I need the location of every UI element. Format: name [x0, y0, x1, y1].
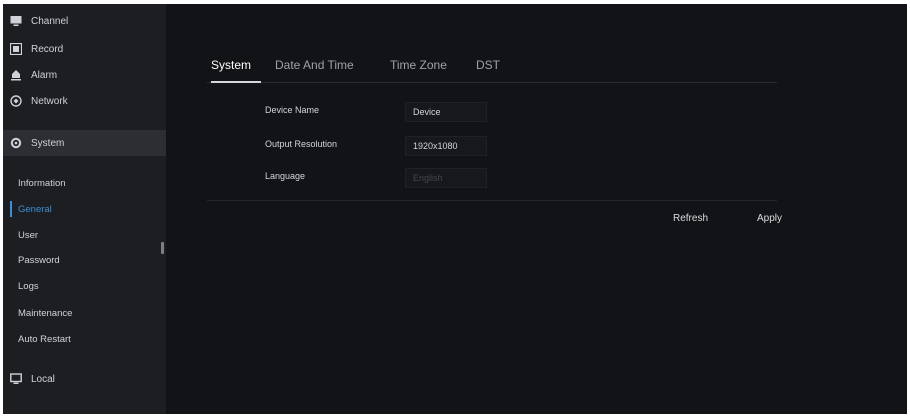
sidebar-item-label: Record — [31, 43, 64, 55]
sidebar-subitem-label: Maintenance — [18, 307, 73, 319]
sidebar-item-label: Network — [31, 95, 68, 107]
sidebar-item-label: Alarm — [31, 69, 58, 81]
sidebar-subitem-logs[interactable]: Logs — [3, 275, 166, 297]
sidebar-item-system[interactable]: System — [3, 130, 166, 156]
output-resolution-select[interactable]: 1920x1080 — [405, 136, 487, 156]
local-icon — [9, 372, 23, 386]
sidebar: Channel Record Alarm Network System Info… — [3, 4, 166, 414]
sidebar-subitem-label: User — [18, 229, 39, 241]
record-icon — [9, 42, 23, 56]
refresh-button[interactable]: Refresh — [673, 208, 708, 228]
form-divider — [207, 200, 777, 201]
sidebar-item-channel[interactable]: Channel — [3, 8, 166, 34]
language-label: Language — [265, 171, 306, 181]
sidebar-item-local[interactable]: Local — [3, 366, 166, 392]
sidebar-scroll-handle[interactable] — [161, 242, 164, 254]
sidebar-item-label: Local — [31, 373, 55, 385]
sidebar-subitem-label: Auto Restart — [18, 333, 71, 345]
main-window: Channel Record Alarm Network System Info… — [3, 4, 907, 414]
sidebar-subitem-label: Information — [18, 177, 66, 189]
device-name-label: Device Name — [265, 105, 320, 115]
sidebar-item-network[interactable]: Network — [3, 88, 166, 114]
alarm-icon — [9, 68, 23, 82]
sidebar-subitem-information[interactable]: Information — [3, 172, 166, 194]
gear-icon — [9, 136, 23, 150]
tab-date-and-time[interactable]: Date And Time — [275, 57, 354, 83]
form-row-language: Language English — [265, 168, 495, 188]
sidebar-subitem-maintenance[interactable]: Maintenance — [3, 302, 166, 324]
apply-button[interactable]: Apply — [757, 208, 782, 228]
sidebar-subitem-user[interactable]: User — [3, 224, 166, 246]
tab-dst[interactable]: DST — [476, 57, 500, 83]
output-resolution-label: Output Resolution — [265, 139, 338, 149]
tab-system[interactable]: System — [211, 57, 251, 83]
tab-bar: System Date And Time Time Zone DST — [207, 57, 777, 83]
sidebar-item-record[interactable]: Record — [3, 36, 166, 62]
monitor-icon — [9, 14, 23, 28]
form-row-device-name: Device Name Device — [265, 102, 495, 122]
sidebar-subitem-label: General — [18, 203, 52, 215]
language-select[interactable]: English — [405, 168, 487, 188]
sidebar-subitem-password[interactable]: Password — [3, 249, 166, 271]
sidebar-item-label: System — [31, 137, 65, 149]
device-name-input[interactable]: Device — [405, 102, 487, 122]
sidebar-subitem-label: Password — [18, 254, 60, 266]
form-row-output-resolution: Output Resolution 1920x1080 — [265, 136, 495, 156]
sidebar-subitem-auto-restart[interactable]: Auto Restart — [3, 328, 166, 350]
network-icon — [9, 94, 23, 108]
sidebar-subitem-label: Logs — [18, 280, 39, 292]
active-tab-underline — [211, 81, 261, 83]
sidebar-subitem-general[interactable]: General — [3, 198, 166, 220]
active-marker — [10, 201, 12, 217]
sidebar-item-label: Channel — [31, 15, 69, 27]
tab-time-zone[interactable]: Time Zone — [390, 57, 447, 83]
sidebar-item-alarm[interactable]: Alarm — [3, 62, 166, 88]
